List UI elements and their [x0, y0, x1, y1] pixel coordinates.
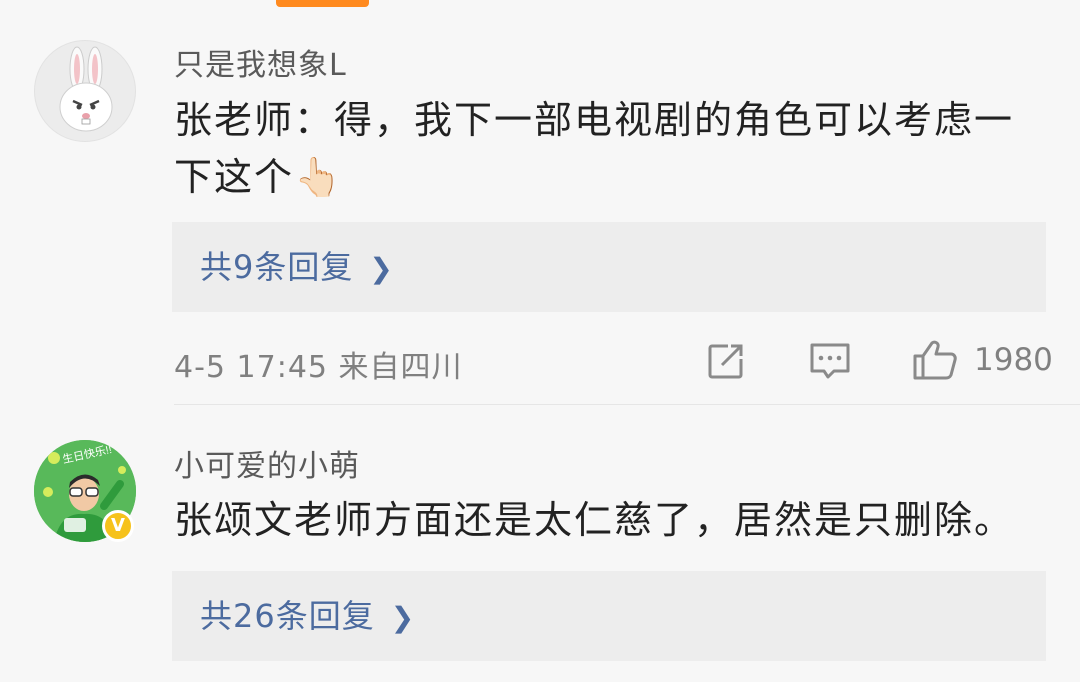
- comment-text: 张颂文老师方面还是太仁慈了，居然是只删除。: [174, 498, 1015, 542]
- replies-count-label: 共26条回复: [200, 597, 375, 635]
- comment-username[interactable]: 小可爱的小萌: [174, 441, 360, 485]
- reply-summary-box[interactable]: 共26条回复 ❯: [172, 571, 1046, 661]
- view-replies-link[interactable]: 共26条回复 ❯: [200, 571, 415, 661]
- comment-item-2: 生日快乐!! V 小可爱的小萌 张颂文老师方面还是太仁慈了，居然是只删除。 共2…: [0, 0, 1080, 682]
- chevron-right-icon: ❯: [390, 601, 416, 634]
- verified-badge: V: [102, 510, 134, 542]
